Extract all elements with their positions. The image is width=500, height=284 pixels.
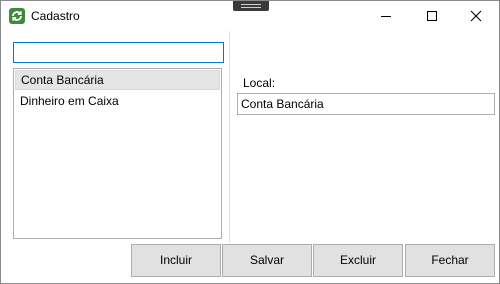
salvar-button[interactable]: Salvar — [222, 244, 312, 277]
drag-handle-icon[interactable] — [233, 1, 269, 11]
close-icon — [470, 10, 482, 22]
panel-divider — [229, 31, 230, 243]
list-item[interactable]: Dinheiro em Caixa — [14, 91, 221, 111]
accounts-list[interactable]: Conta Bancária Dinheiro em Caixa — [13, 68, 222, 239]
local-label: Local: — [243, 76, 276, 90]
list-item-label: Dinheiro em Caixa — [20, 94, 119, 108]
maximize-button[interactable] — [409, 1, 455, 31]
minimize-button[interactable] — [363, 1, 409, 31]
excluir-button[interactable]: Excluir — [313, 244, 403, 277]
refresh-icon — [9, 8, 25, 24]
list-item[interactable]: Conta Bancária — [15, 70, 220, 90]
list-item-label: Conta Bancária — [21, 73, 104, 87]
incluir-button[interactable]: Incluir — [131, 244, 221, 277]
fechar-button[interactable]: Fechar — [405, 244, 495, 277]
search-input[interactable] — [13, 42, 224, 63]
cadastro-window: Cadastro Conta Bancária Dinheiro em Caix… — [0, 0, 500, 284]
title-bar[interactable]: Cadastro — [1, 1, 499, 31]
local-field[interactable] — [237, 93, 495, 115]
close-button[interactable] — [453, 1, 499, 31]
window-title: Cadastro — [31, 9, 80, 23]
maximize-icon — [427, 11, 437, 21]
minimize-icon — [381, 16, 391, 17]
